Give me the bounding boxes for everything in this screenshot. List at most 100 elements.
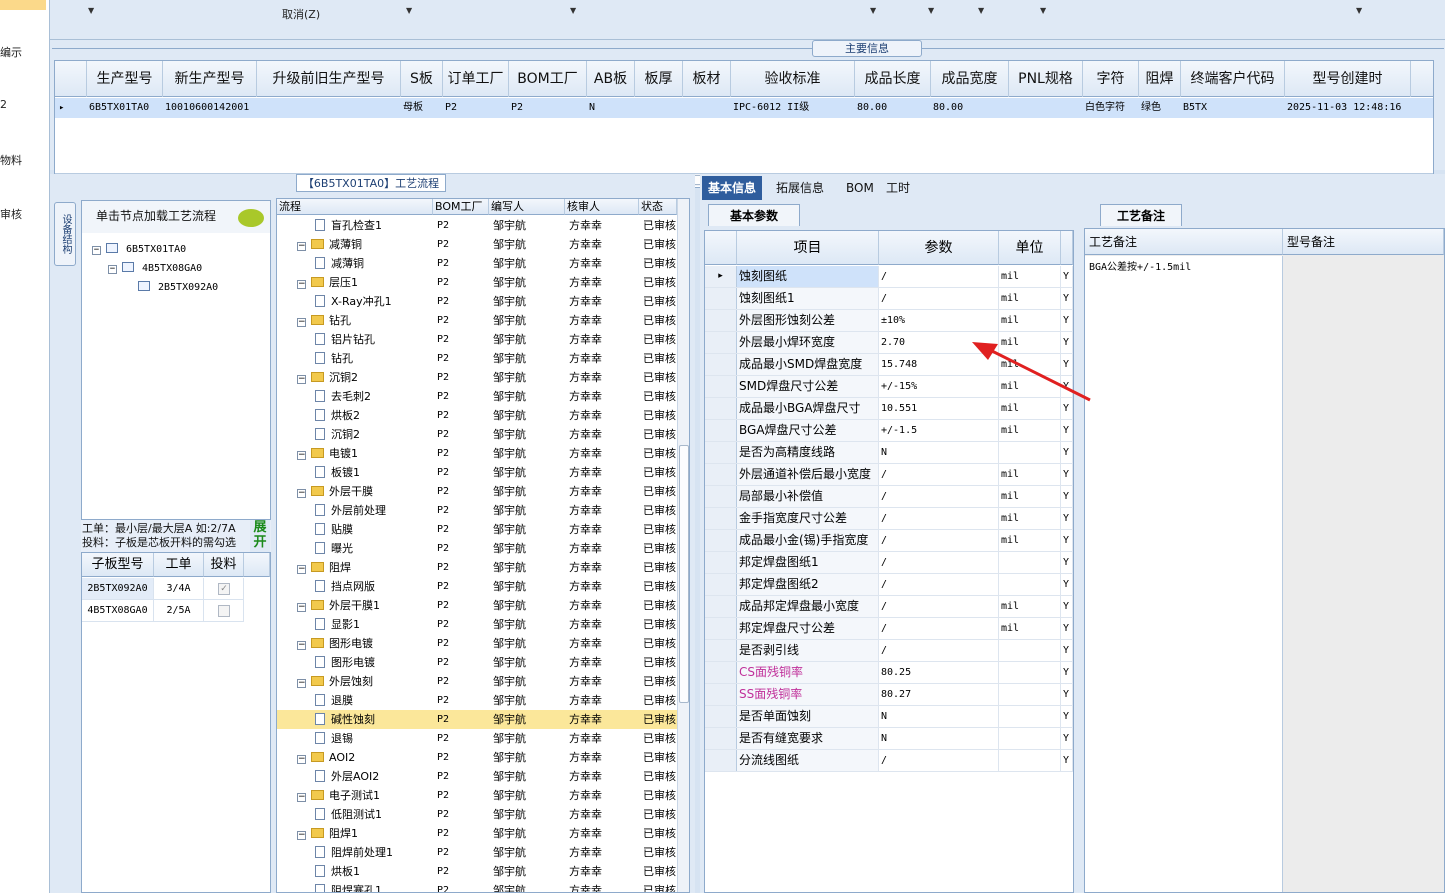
table-row[interactable]: 外层AOI2 P2 邹宇航 方幸幸 已审核 (277, 767, 677, 786)
table-row[interactable]: BGA焊盘尺寸公差 +/-1.5 mil Y (705, 420, 1073, 442)
table-cell[interactable]: 绿色 (1139, 98, 1181, 118)
subboard-model-cell[interactable]: 2B5TX092A0 (82, 578, 154, 600)
table-cell[interactable]: 10010600142001 (163, 98, 257, 118)
table-row[interactable]: 退锡 P2 邹宇航 方幸幸 已审核 (277, 729, 677, 748)
param-value-cell[interactable]: / (879, 266, 999, 287)
param-value-cell[interactable]: / (879, 464, 999, 485)
main-info-grid[interactable]: 生产型号 新生产型号 升级前旧生产型号 S板 订单工厂 BOM工厂 AB板 板厚 板材 验收标准成… (54, 60, 1434, 188)
column-header[interactable]: 板材 (683, 61, 731, 97)
table-row[interactable]: 阻焊塞孔1 P2 邹宇航 方幸幸 已审核 (277, 881, 677, 892)
param-value-cell[interactable]: / (879, 750, 999, 771)
column-header[interactable]: 验收标准 (731, 61, 855, 97)
column-header[interactable]: 型号创建时 (1285, 61, 1411, 97)
feed-checkbox[interactable]: ✓ (218, 583, 230, 595)
subboard-order-cell[interactable]: 2/5A (154, 600, 204, 622)
params-grid[interactable]: 项目 参数 单位 ▸ 蚀刻图纸 / mil Y 蚀刻图纸1/mil Y 外层图形蚀刻公差 ±10… (704, 230, 1074, 893)
table-row[interactable]: 分流线图纸 / Y (705, 750, 1073, 772)
column-header[interactable]: 升级前旧生产型号 (257, 61, 401, 97)
tab-basic-params[interactable]: 基本参数 (708, 204, 800, 226)
table-row[interactable]: 显影1 P2 邹宇航 方幸幸 已审核 (277, 615, 677, 634)
column-header[interactable]: BOM工厂 (509, 61, 587, 97)
collapse-icon[interactable]: − (297, 489, 306, 498)
table-row[interactable]: 烘板1 P2 邹宇航 方幸幸 已审核 (277, 862, 677, 881)
table-row[interactable]: 成品最小金(锡)手指宽度 / mil Y (705, 530, 1073, 552)
column-header[interactable]: S板 (401, 61, 443, 97)
param-value-cell[interactable]: / (879, 596, 999, 617)
table-cell[interactable] (257, 98, 401, 118)
collapse-icon[interactable]: − (297, 375, 306, 384)
table-row[interactable]: − 钻孔 P2 邹宇航 方幸幸 已审核 (277, 311, 677, 330)
chevron-down-icon[interactable]: ▼ (978, 6, 984, 15)
table-row[interactable]: 阻焊前处理1 P2 邹宇航 方幸幸 已审核 (277, 843, 677, 862)
table-cell[interactable]: 80.00 (931, 98, 1009, 118)
tree-node[interactable]: 2B5TX092A0 (138, 281, 218, 293)
table-row[interactable]: 铝片钻孔 P2 邹宇航 方幸幸 已审核 (277, 330, 677, 349)
table-row[interactable]: 邦定焊盘图纸2/ Y (705, 574, 1073, 596)
column-header[interactable]: 订单工厂 (443, 61, 509, 97)
param-value-cell[interactable]: / (879, 618, 999, 639)
table-row[interactable]: − 外层蚀刻 P2 邹宇航 方幸幸 已审核 (277, 672, 677, 691)
column-header[interactable]: 投料 (204, 553, 244, 577)
table-cell[interactable]: P2 (443, 98, 509, 118)
column-header[interactable]: BOM工厂 (433, 199, 489, 215)
tab-extended-info[interactable]: 拓展信息 (770, 176, 830, 200)
subboard-model-cell[interactable]: 4B5TX08GA0 (82, 600, 154, 622)
table-row[interactable]: 外层通道补偿后最小宽度 / mil Y (705, 464, 1073, 486)
column-header[interactable]: 状态 (639, 199, 677, 215)
table-cell[interactable]: N (587, 98, 635, 118)
param-value-cell[interactable]: 80.27 (879, 684, 999, 705)
table-row[interactable]: 退膜 P2 邹宇航 方幸幸 已审核 (277, 691, 677, 710)
table-cell[interactable]: 80.00 (855, 98, 931, 118)
param-value-cell[interactable]: / (879, 288, 999, 309)
param-value-cell[interactable]: / (879, 530, 999, 551)
chevron-down-icon[interactable]: ▼ (1356, 6, 1362, 15)
collapse-icon[interactable]: − (297, 755, 306, 764)
table-cell[interactable] (683, 98, 731, 118)
subboard-grid[interactable]: 子板型号 工单 投料 2B5TX092A0 3/4A ✓ 4B5TX08GA0 2/5A (81, 552, 271, 893)
table-row[interactable]: 碱性蚀刻 P2 邹宇航 方幸幸 已审核 (277, 710, 677, 729)
tree-node[interactable]: −6B5TX01TA0 (92, 243, 186, 255)
column-header[interactable]: 编写人 (489, 199, 565, 215)
table-row[interactable]: 贴膜 P2 邹宇航 方幸幸 已审核 (277, 520, 677, 539)
column-header[interactable]: PNL规格 (1009, 61, 1083, 97)
table-row[interactable]: − 图形电镀 P2 邹宇航 方幸幸 已审核 (277, 634, 677, 653)
table-row[interactable]: − 层压1 P2 邹宇航 方幸幸 已审核 (277, 273, 677, 292)
table-row[interactable]: 去毛刺2 P2 邹宇航 方幸幸 已审核 (277, 387, 677, 406)
param-value-cell[interactable]: N (879, 728, 999, 749)
table-row[interactable]: CS面残铜率 80.25 Y (705, 662, 1073, 684)
left-nav-item[interactable]: 审核 (0, 206, 22, 222)
param-value-cell[interactable]: +/-1.5 (879, 420, 999, 441)
table-cell[interactable] (635, 98, 683, 118)
left-nav-item[interactable]: 编示 (0, 44, 22, 60)
collapse-icon[interactable]: − (297, 641, 306, 650)
tab-bom[interactable]: BOM (840, 176, 880, 200)
craft-note-cell[interactable]: BGA公差按+/-1.5mil (1085, 256, 1283, 892)
chevron-down-icon[interactable]: ▼ (870, 6, 876, 15)
table-row[interactable]: 减薄铜 P2 邹宇航 方幸幸 已审核 (277, 254, 677, 273)
tab-basic-info[interactable]: 基本信息 (702, 176, 763, 200)
table-row[interactable]: 钻孔 P2 邹宇航 方幸幸 已审核 (277, 349, 677, 368)
column-header[interactable]: 工单 (154, 553, 204, 577)
table-row[interactable]: − 外层干膜1 P2 邹宇航 方幸幸 已审核 (277, 596, 677, 615)
column-header[interactable]: 板厚 (635, 61, 683, 97)
collapse-icon[interactable]: − (297, 603, 306, 612)
left-nav-item[interactable]: 2 (0, 98, 7, 111)
tree-node[interactable]: −4B5TX08GA0 (108, 262, 202, 274)
column-header[interactable]: 流程 (277, 199, 433, 215)
param-value-cell[interactable]: / (879, 640, 999, 661)
collapse-icon[interactable]: − (297, 679, 306, 688)
chevron-down-icon[interactable]: ▼ (570, 6, 576, 15)
column-header[interactable]: 新生产型号 (163, 61, 257, 97)
column-header[interactable]: 工艺备注 (1085, 229, 1283, 255)
chevron-down-icon[interactable]: ▼ (406, 6, 412, 15)
collapse-icon[interactable]: − (297, 565, 306, 574)
param-value-cell[interactable]: ±10% (879, 310, 999, 331)
column-header[interactable]: 子板型号 (82, 553, 154, 577)
param-value-cell[interactable]: / (879, 552, 999, 573)
column-header[interactable]: 型号备注 (1283, 229, 1444, 255)
param-value-cell[interactable]: N (879, 442, 999, 463)
table-row[interactable]: 图形电镀 P2 邹宇航 方幸幸 已审核 (277, 653, 677, 672)
chevron-down-icon[interactable]: ▼ (1040, 6, 1046, 15)
collapse-icon[interactable]: − (297, 451, 306, 460)
param-value-cell[interactable]: 80.25 (879, 662, 999, 683)
